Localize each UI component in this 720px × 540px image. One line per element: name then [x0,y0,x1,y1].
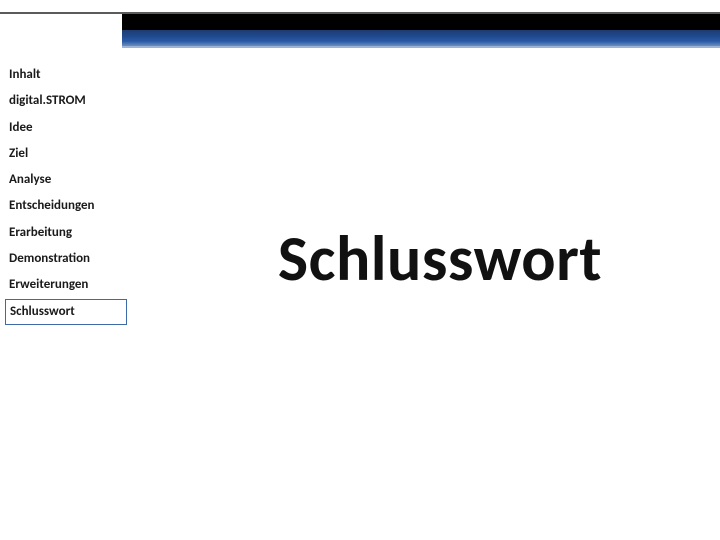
slide-title: Schlusswort [170,220,710,298]
nav-item-digitalstrom[interactable]: digital.STROM [9,88,139,114]
header-white-cut [0,0,122,60]
nav-item-analyse[interactable]: Analyse [9,167,139,193]
nav-item-idee[interactable]: Idee [9,115,139,141]
nav-item-erarbeitung[interactable]: Erarbeitung [9,220,139,246]
nav-item-inhalt[interactable]: Inhalt [9,62,139,88]
nav-item-erweiterungen[interactable]: Erweiterungen [9,272,139,298]
nav-item-entscheidungen[interactable]: Entscheidungen [9,193,139,219]
sidebar-nav: Inhalt digital.STROM Idee Ziel Analyse E… [9,62,139,325]
nav-item-schlusswort[interactable]: Schlusswort [5,299,127,325]
header-thin-line [0,12,720,14]
nav-item-demonstration[interactable]: Demonstration [9,246,139,272]
slide: Inhalt digital.STROM Idee Ziel Analyse E… [0,0,720,540]
nav-item-ziel[interactable]: Ziel [9,141,139,167]
